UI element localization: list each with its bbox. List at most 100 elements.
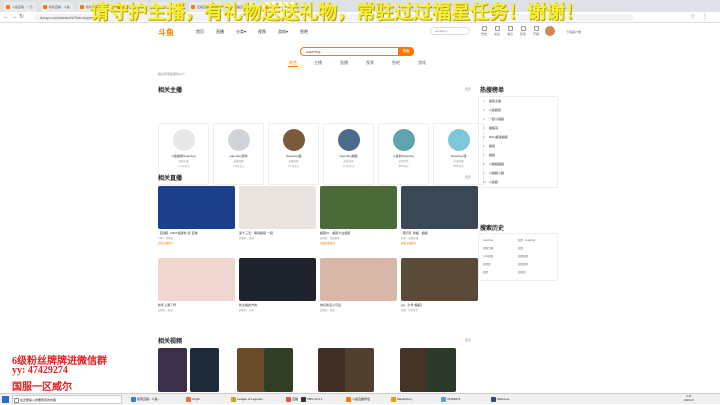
windows-start-icon[interactable] (2, 396, 9, 403)
anchors-more-link[interactable]: 更多 (465, 87, 471, 91)
history-entry[interactable]: 超级主播 (483, 245, 518, 253)
live-more-link[interactable]: 更多 (465, 175, 471, 179)
taskbar-app[interactable]: Welcome (490, 395, 530, 404)
rank-item[interactable]: 10 斗鱼超 (479, 178, 557, 187)
app-icon (186, 397, 191, 402)
bookmark-star-icon[interactable]: ☆ (690, 14, 695, 21)
video-thumb[interactable] (318, 348, 347, 392)
video-thumb[interactable] (264, 348, 293, 392)
nav-live[interactable]: 直播 (216, 29, 224, 35)
taskbar-label: 在这里输入你要搜索的内容 (20, 398, 57, 402)
task-icon[interactable]: 任务 (517, 26, 529, 36)
tab-videos[interactable]: 视频 (366, 60, 374, 66)
history-entry[interactable]: 斗鱼超级 (483, 253, 518, 261)
reload-icon[interactable]: ↻ (19, 14, 24, 21)
taskbar-app[interactable]: MapleStory (390, 395, 436, 404)
history-entry[interactable]: 超超 · superboy (518, 237, 553, 245)
browser-tab[interactable]: 斗鱼直播 - 一元... (4, 2, 36, 12)
history-entry[interactable]: superboy (483, 237, 518, 245)
live-card[interactable]: 新主播的方向 超级新 · 王者 (239, 258, 316, 312)
history-icon[interactable]: 历史 (478, 26, 490, 36)
follow-icon[interactable]: 关注 (491, 26, 503, 36)
nav-video[interactable]: 视频 (258, 29, 266, 35)
live-card[interactable]: 第十三天：等待超级·一起 超级新 · 颜值 (239, 186, 316, 240)
taskbar-search[interactable]: 在这里输入你要搜索的内容 (12, 395, 122, 404)
video-thumb[interactable] (190, 348, 219, 392)
video-thumb[interactable] (158, 348, 187, 392)
rank-item[interactable]: 4 超超哥 (479, 124, 557, 133)
nav-yuba[interactable]: 鱼吧 (300, 29, 308, 35)
forward-icon[interactable]: → (11, 14, 17, 21)
app-icon (286, 397, 291, 402)
broadcast-icon[interactable]: 开播 (530, 26, 542, 36)
live-title: 新主播的方向 (239, 303, 258, 307)
taskbar-app[interactable]: League of Legends (230, 395, 280, 404)
rank-item[interactable]: 8 小超超超超 (479, 160, 557, 169)
history-entry[interactable]: 超超超超 (518, 261, 553, 269)
taskbar-clock[interactable]: 9:40 2020/1/6 (684, 395, 694, 403)
anchor-card[interactable]: Superboy超 英雄联盟 3.1万关注 (268, 123, 319, 185)
taskbar-app[interactable]: OBS 23.0.1 (300, 395, 342, 404)
video-thumb[interactable] (237, 348, 266, 392)
browser-tab[interactable]: 哈哈直播 - 斗鱼 (41, 2, 73, 12)
rank-item[interactable]: 9 小超超小超 (479, 169, 557, 178)
history-entry[interactable]: 超超超超 (518, 253, 553, 261)
rank-label: 超超哥 (489, 126, 499, 130)
overlay-yy-text: yy: 47429274 (12, 365, 68, 376)
live-card[interactable]: 超级S1 · 超级大白超级 超级新 · 英雄联盟 英雄联盟推荐 (320, 186, 397, 245)
anchor-fans: 7.5万关注 (233, 165, 244, 168)
anchor-card[interactable]: Superboy哥 王者荣耀 5682关注 (433, 123, 484, 185)
rank-item[interactable]: 1 超级主播 (479, 97, 557, 106)
menu-icon[interactable]: ⋮ (702, 14, 708, 21)
taskbar-app[interactable]: Origin (185, 395, 225, 404)
tab-yuba[interactable]: 鱼吧 (392, 60, 400, 66)
rank-title: 热搜榜单 (480, 88, 505, 94)
history-entry[interactable]: 超超超 (518, 269, 553, 277)
video-thumb[interactable] (400, 348, 429, 392)
rank-item[interactable]: 3 一起小超超 (479, 115, 557, 124)
tab-anchors[interactable]: 主播 (314, 60, 322, 66)
anchor-card[interactable]: 斗鱼新Superboy 绝地求生 9851关注 (378, 123, 429, 185)
video-thumb[interactable] (427, 348, 456, 392)
history-entry[interactable]: 超超 (518, 245, 553, 253)
tab-live[interactable]: 直播 (340, 60, 348, 66)
main-search-button[interactable]: 搜索 (398, 47, 414, 56)
back-icon[interactable]: ← (3, 14, 9, 21)
nav-home[interactable]: 首页 (196, 29, 204, 35)
user-avatar[interactable] (545, 26, 555, 36)
live-meta: 超级新 · 颜值 (320, 309, 335, 312)
anchor-card[interactable]: superboy游戏 英雄联盟 7.5万关注 (213, 123, 264, 185)
rank-item[interactable]: 5 RNG超级超超 (479, 133, 557, 142)
anchor-category: 绝地求生 (398, 160, 409, 163)
site-logo[interactable]: 斗鱼 (158, 27, 174, 38)
rank-item[interactable]: 2 斗鱼超级 (479, 106, 557, 115)
header-search-input[interactable]: superboy (430, 27, 470, 35)
live-card[interactable]: 【知月】新超 · 超超 超超 · 英雄联盟 超级主播推荐 (401, 186, 478, 245)
message-icon[interactable]: 消息 (504, 26, 516, 36)
tab-favicon-icon (80, 5, 84, 9)
rank-item[interactable]: 6 超级 (479, 142, 557, 151)
main-search-input[interactable]: superboy (300, 47, 398, 56)
video-thumb[interactable] (345, 348, 374, 392)
taskbar-app[interactable]: 搜索直播 - 斗鱼... (130, 395, 180, 404)
rank-item[interactable]: 7 超超 (479, 151, 557, 160)
anchor-avatar (172, 129, 195, 151)
anchor-fans: 2.2万关注 (343, 165, 354, 168)
download-client-link[interactable]: 下载客户端 (566, 30, 581, 34)
history-entry[interactable]: 超超超 (483, 261, 518, 269)
nav-category[interactable]: 分类▾ (236, 29, 246, 35)
taskbar-app[interactable]: 47429274 (440, 395, 486, 404)
tab-games[interactable]: 游戏 (418, 60, 426, 66)
live-card[interactable]: 你好新来小可爱 超级新 · 颜值 (320, 258, 397, 312)
nav-games[interactable]: 游戏▾ (278, 29, 288, 35)
rank-label: 小超超小超 (489, 171, 505, 175)
history-entry[interactable]: 超超 (483, 269, 518, 277)
anchor-card[interactable]: superboy超超 刺激战场 2.2万关注 (323, 123, 374, 185)
live-title: 新年上课了呀 (158, 303, 177, 307)
taskbar-app[interactable]: 斗鱼直播伴侣 (345, 395, 387, 404)
taskbar-app[interactable]: 直播 (285, 395, 298, 404)
videos-more-link[interactable]: 更多 (465, 338, 471, 342)
live-card[interactable]: 【直播】CRM 超级新·德·直播 CRM · 超级新 超级主播推荐 (158, 186, 235, 245)
live-card[interactable]: 新年上课了呀 超级新 · 颜值 (158, 258, 235, 312)
live-card[interactable]: pig 【1号 超超】 超超 · 绝地求生 (401, 258, 478, 312)
